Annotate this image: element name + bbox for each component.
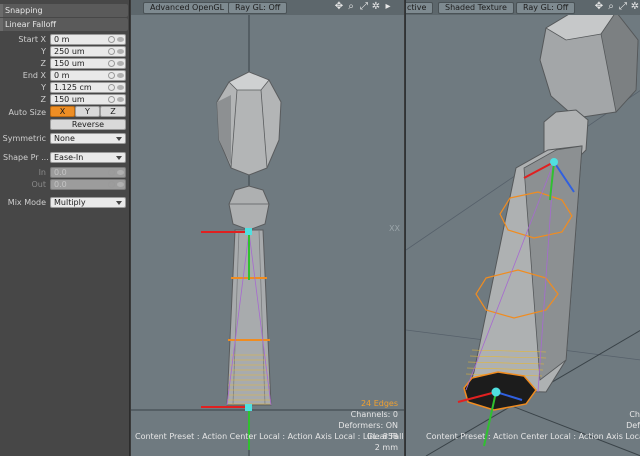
eye-icon[interactable]	[117, 85, 124, 90]
axis-icon[interactable]: ✥	[594, 2, 604, 12]
start-z-field[interactable]: 150 um	[50, 58, 126, 69]
linear-falloff-label: Linear Falloff	[5, 20, 57, 29]
out-field[interactable]: 0.0	[50, 179, 126, 190]
search-icon[interactable]: ⌕	[606, 2, 616, 12]
falloff-end-handle[interactable]	[245, 404, 252, 411]
falloff-end-handle[interactable]	[491, 387, 501, 397]
perspective-viewport[interactable]: ctive Shaded Texture Ray GL: Off ✥ ⌕ ⤢ ✲…	[405, 0, 640, 456]
end-x-label: End X	[22, 71, 46, 80]
eye-icon[interactable]	[117, 49, 124, 54]
gear-icon[interactable]: ✲	[371, 2, 381, 12]
mix-mode-value: Multiply	[54, 198, 86, 207]
stopwatch-icon[interactable]	[108, 60, 115, 67]
axis-icon[interactable]: ✥	[334, 2, 344, 12]
maximize-icon[interactable]: ▸	[383, 2, 393, 12]
start-x-label: Start X	[18, 35, 46, 44]
auto-size-z-button[interactable]: Z	[100, 106, 126, 117]
in-label: In	[38, 168, 46, 177]
stopwatch-icon[interactable]	[108, 181, 115, 188]
viewport-footer: Content Preset : Action Center Local : A…	[135, 432, 404, 441]
end-y-field[interactable]: 1.125 cm	[50, 82, 126, 93]
start-y-label: Y	[41, 47, 46, 56]
start-y-field[interactable]: 250 um	[50, 46, 126, 57]
deformers-status: Def	[626, 421, 640, 430]
tool-properties-panel: Snapping Linear Falloff Start X 0 m Y 25…	[0, 0, 130, 456]
viewport-footer: Content Preset : Action Center Local : A…	[426, 432, 640, 441]
start-z-value: 150 um	[54, 59, 85, 68]
in-field[interactable]: 0.0	[50, 167, 126, 178]
eye-icon[interactable]	[117, 37, 124, 42]
viewport-header: Advanced OpenGL Ray GL: Off ✥ ⌕ ⤢ ✲ ▸	[131, 0, 404, 15]
auto-size-label: Auto Size	[8, 108, 46, 117]
linear-falloff-section-header[interactable]: Linear Falloff	[0, 18, 128, 31]
channels-status: Channels: 0	[350, 410, 398, 419]
ray-gl-tab[interactable]: Ray GL: Off	[228, 2, 288, 14]
mix-mode-label: Mix Mode	[7, 198, 46, 207]
stopwatch-icon[interactable]	[108, 169, 115, 176]
mix-mode-dropdown[interactable]: Multiply	[50, 197, 126, 208]
end-y-value: 1.125 cm	[54, 83, 92, 92]
snapping-section-header[interactable]: Snapping	[0, 4, 128, 17]
falloff-start-handle[interactable]	[550, 158, 558, 166]
deformers-status: Deformers: ON	[338, 421, 398, 430]
gear-icon[interactable]: ✲	[630, 2, 640, 12]
eye-icon[interactable]	[117, 61, 124, 66]
start-x-field[interactable]: 0 m	[50, 34, 126, 45]
chevron-down-icon	[116, 156, 122, 160]
stopwatch-icon[interactable]	[108, 96, 115, 103]
start-x-value: 0 m	[54, 35, 70, 44]
in-value: 0.0	[54, 168, 67, 177]
end-x-field[interactable]: 0 m	[50, 70, 126, 81]
axis-marker: XX	[389, 224, 400, 233]
stopwatch-icon[interactable]	[108, 84, 115, 91]
stopwatch-icon[interactable]	[108, 36, 115, 43]
start-y-value: 250 um	[54, 47, 85, 56]
chevron-down-icon	[116, 201, 122, 205]
expand-icon[interactable]: ⤢	[359, 2, 369, 12]
viewport-header: ctive Shaded Texture Ray GL: Off ✥ ⌕ ⤢ ✲	[406, 0, 640, 15]
expand-icon[interactable]: ⤢	[618, 2, 628, 12]
out-label: Out	[31, 180, 46, 189]
grid-size: 2 mm	[374, 443, 398, 452]
eye-icon[interactable]	[117, 182, 124, 187]
chevron-down-icon	[116, 137, 122, 141]
shape-preset-value: Ease-In	[54, 153, 84, 162]
eye-icon[interactable]	[117, 170, 124, 175]
shape-preset-label: Shape Pr ...	[3, 153, 49, 162]
end-z-label: Z	[40, 95, 46, 104]
snapping-label: Snapping	[5, 6, 43, 15]
eye-icon[interactable]	[117, 73, 124, 78]
search-icon[interactable]: ⌕	[346, 2, 356, 12]
front-viewport-scene[interactable]	[131, 0, 404, 456]
perspective-viewport-scene[interactable]	[406, 0, 640, 456]
front-viewport[interactable]: Advanced OpenGL Ray GL: Off ✥ ⌕ ⤢ ✲ ▸ XX…	[131, 0, 404, 456]
end-z-value: 150 um	[54, 95, 85, 104]
stopwatch-icon[interactable]	[108, 72, 115, 79]
start-z-label: Z	[40, 59, 46, 68]
view-type-tab[interactable]: ctive	[406, 2, 434, 14]
edges-count: 24 Edges	[360, 399, 398, 408]
eye-icon[interactable]	[117, 97, 124, 102]
reverse-button[interactable]: Reverse	[50, 119, 126, 130]
render-mode-tab[interactable]: Advanced OpenGL	[143, 2, 232, 14]
auto-size-y-button[interactable]: Y	[75, 106, 100, 117]
end-z-field[interactable]: 150 um	[50, 94, 126, 105]
symmetric-label: Symmetric	[2, 134, 46, 143]
end-x-value: 0 m	[54, 71, 70, 80]
render-mode-tab[interactable]: Shaded Texture	[438, 2, 514, 14]
shape-preset-dropdown[interactable]: Ease-In	[50, 152, 126, 163]
ray-gl-tab[interactable]: Ray GL: Off	[516, 2, 576, 14]
out-value: 0.0	[54, 180, 67, 189]
symmetric-dropdown[interactable]: None	[50, 133, 126, 144]
falloff-start-handle[interactable]	[245, 228, 252, 235]
channels-status: Ch	[629, 410, 640, 419]
symmetric-value: None	[54, 134, 75, 143]
auto-size-x-button[interactable]: X	[50, 106, 75, 117]
end-y-label: Y	[41, 83, 46, 92]
stopwatch-icon[interactable]	[108, 48, 115, 55]
